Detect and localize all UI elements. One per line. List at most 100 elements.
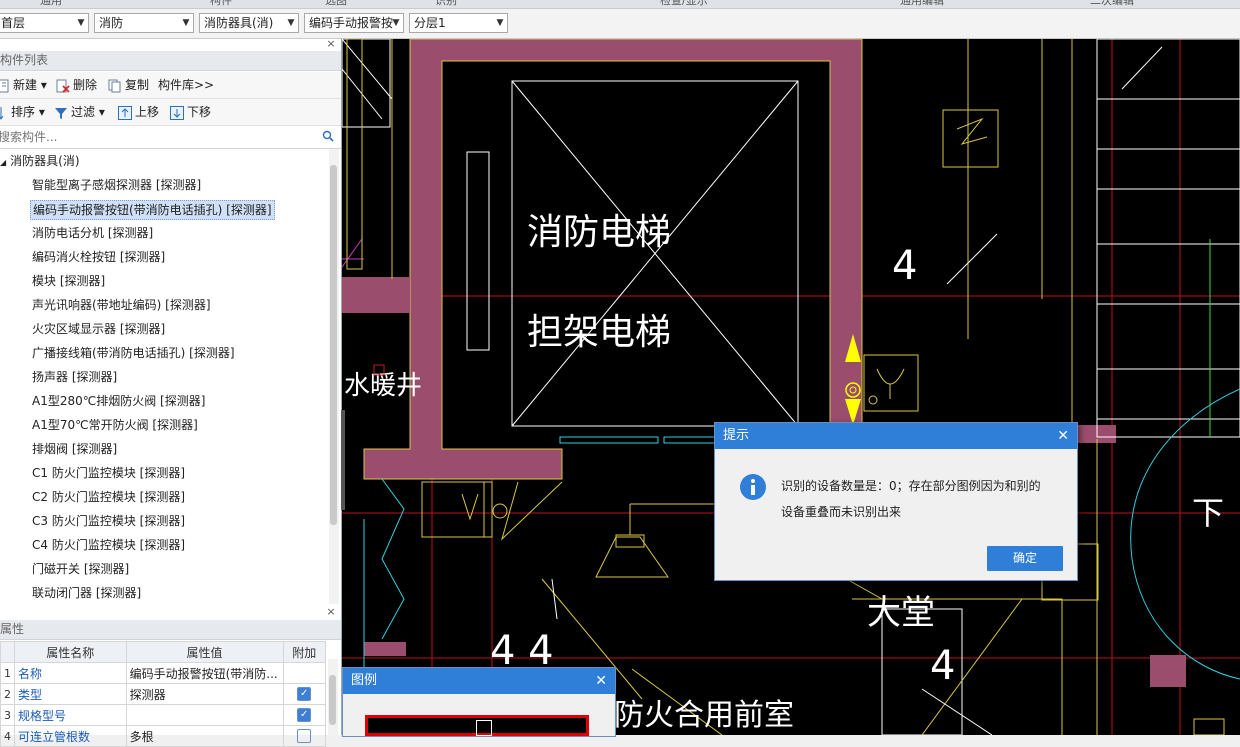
copy-button[interactable]: 复制 — [108, 76, 149, 94]
delete-button[interactable]: 删除 — [56, 76, 97, 94]
property-value[interactable]: 探测器 — [125, 683, 284, 705]
ribbon-tab[interactable]: 构件 — [210, 0, 232, 8]
discipline-select[interactable]: 消防 ▼ — [94, 13, 194, 33]
list-item[interactable]: 火灾区域显示器 [探测器] — [30, 319, 167, 339]
sort-button[interactable]: 排序 ▾ — [0, 103, 45, 121]
new-button[interactable]: 新建 ▾ — [0, 76, 47, 94]
floor-select[interactable]: 首层 ▼ — [0, 13, 89, 33]
column-header: 属性值 — [125, 641, 284, 663]
collapse-triangle-icon[interactable]: ◢ — [0, 158, 6, 167]
table-row[interactable]: 1 名称 编码手动报警按钮(带消防... — [0, 662, 326, 684]
table-row[interactable]: 2 类型 探测器 ✓ — [0, 683, 326, 705]
list-item[interactable]: C1 防火门监控模块 [探测器] — [30, 463, 187, 483]
prompt-dialog: 提示 ✕ 识别的设备数量是：0；存在部分图例因为和别的 设备重叠而未识别出来 确… — [714, 422, 1078, 581]
ok-button[interactable]: 确定 — [987, 546, 1063, 571]
ribbon-tab[interactable]: 通用编辑 — [900, 0, 944, 8]
attach-checkbox[interactable]: ✓ — [297, 708, 312, 723]
info-icon — [740, 474, 766, 500]
list-item[interactable]: 广播接线箱(带消防电话插孔) [探测器] — [30, 343, 237, 363]
chevron-down-icon: ▼ — [287, 18, 295, 28]
discipline-select-value: 消防 — [99, 16, 124, 30]
property-value[interactable]: 多根 — [125, 725, 284, 747]
list-item[interactable]: 声光讯响器(带地址编码) [探测器] — [30, 295, 213, 315]
legend-preview — [365, 715, 589, 736]
ribbon-tab[interactable]: 选图 — [325, 0, 347, 8]
attach-cell: ✓ — [282, 683, 326, 705]
search-icon[interactable] — [322, 130, 334, 142]
dialog-message: 识别的设备数量是：0；存在部分图例因为和别的 设备重叠而未识别出来 — [781, 479, 1041, 519]
list-item[interactable]: C4 防火门监控模块 [探测器] — [30, 535, 187, 555]
cad-label-stair-down: 下 — [1192, 494, 1224, 532]
list-item[interactable]: A1型280℃排烟防火阀 [探测器] — [30, 391, 207, 411]
properties-scrollbar[interactable] — [328, 659, 338, 735]
component-list-toolbar: 新建 ▾ 删除 复制 构件库>> — [0, 72, 341, 99]
properties-table: 属性名称 属性值 附加 1 名称 编码手动报警按钮(带消防... 2 类型 探测… — [0, 641, 326, 747]
property-value[interactable] — [125, 704, 284, 726]
table-row[interactable]: 3 规格型号 ✓ — [0, 704, 326, 726]
search-input[interactable] — [0, 128, 320, 146]
cad-label-front-room: 防火合用前室 — [614, 698, 794, 733]
delete-icon — [56, 79, 70, 93]
scrollbar-thumb[interactable] — [330, 165, 337, 525]
list-item[interactable]: A1型70℃常开防火阀 [探测器] — [30, 415, 200, 435]
table-header-row: 属性名称 属性值 附加 — [0, 641, 326, 663]
cad-drawing[interactable]: 消防电梯 担架电梯 水暖井 大堂 防火合用前室 下 4 4 4 4 — [342, 39, 1240, 735]
ribbon-tab[interactable]: 检查/显示 — [660, 0, 708, 8]
attach-checkbox[interactable]: ✓ — [297, 687, 312, 702]
move-down-button[interactable]: 下移 — [170, 103, 211, 121]
ribbon-tab[interactable]: 通用 — [40, 0, 62, 8]
properties-title: 属性 — [0, 620, 341, 640]
legend-dialog: 图例 ✕ — [342, 667, 616, 737]
chevron-down-icon: ▼ — [496, 18, 504, 28]
tree-scrollbar[interactable] — [329, 149, 339, 604]
cad-canvas[interactable]: 消防电梯 担架电梯 水暖井 大堂 防火合用前室 下 4 4 4 4 — [342, 39, 1240, 735]
move-down-icon — [170, 105, 184, 120]
chevron-down-icon: ▼ — [182, 18, 190, 28]
filter-icon — [55, 107, 67, 119]
list-item[interactable]: 编码消火栓按钮 [探测器] — [30, 247, 167, 267]
panel-splitter[interactable] — [341, 410, 345, 510]
filter-button[interactable]: 过滤 ▾ — [54, 103, 105, 121]
property-name: 类型 — [14, 683, 127, 705]
close-icon[interactable]: ✕ — [595, 668, 607, 694]
floor-select-value: 首层 — [1, 16, 26, 30]
cad-dimension: 4 — [892, 243, 917, 289]
ribbon-tab[interactable]: 二次编辑 — [1090, 0, 1134, 8]
category-select[interactable]: 消防器具(消) ▼ — [199, 13, 299, 33]
dialog-title-bar: 提示 ✕ — [715, 423, 1077, 449]
list-item-selected[interactable]: 编码手动报警按钮(带消防电话插孔) [探测器] — [30, 200, 275, 220]
scrollbar-thumb[interactable] — [329, 675, 336, 725]
list-item[interactable]: C2 防火门监控模块 [探测器] — [30, 487, 187, 507]
copy-icon — [108, 79, 121, 92]
component-sort-toolbar: 排序 ▾ 过滤 ▾ 上移 下移 — [0, 99, 341, 126]
tree-root[interactable]: ◢ 消防器具(消) — [0, 151, 80, 171]
table-row[interactable]: 4 可连立管根数 多根 — [0, 725, 326, 747]
layer-select-value: 分层1 — [414, 16, 446, 30]
layer-select[interactable]: 分层1 ▼ — [409, 13, 508, 33]
list-item[interactable]: 智能型离子感烟探测器 [探测器] — [30, 175, 203, 195]
close-icon[interactable]: × — [325, 38, 337, 51]
column-header: 属性名称 — [14, 641, 127, 663]
list-item[interactable]: 消防电话分机 [探测器] — [30, 223, 155, 243]
close-icon[interactable]: × — [325, 606, 337, 619]
chevron-down-icon: ▼ — [392, 18, 400, 28]
move-up-button[interactable]: 上移 — [118, 103, 159, 121]
close-icon[interactable]: ✕ — [1057, 423, 1069, 449]
new-file-icon — [0, 79, 9, 92]
list-item[interactable]: 门磁开关 [探测器] — [30, 559, 131, 579]
property-value[interactable]: 编码手动报警按钮(带消防... — [125, 662, 284, 684]
sort-icon — [0, 106, 4, 120]
row-number: 1 — [0, 662, 15, 684]
ribbon-tab[interactable]: 识别 — [435, 0, 457, 8]
list-item[interactable]: 排烟阀 [探测器] — [30, 439, 119, 459]
component-library-button[interactable]: 构件库>> — [158, 76, 214, 94]
cad-label-stretcher-elevator: 担架电梯 — [527, 312, 671, 353]
list-item[interactable]: 扬声器 [探测器] — [30, 367, 119, 387]
left-panel: 构件列表 × 新建 ▾ 删除 复制 构件库>> 排序 ▾ 过滤 ▾ 上移 下移 — [0, 38, 342, 747]
list-item[interactable]: 模块 [探测器] — [30, 271, 107, 291]
list-item[interactable]: C3 防火门监控模块 [探测器] — [30, 511, 187, 531]
list-item[interactable]: 联动闭门器 [探测器] — [30, 583, 143, 603]
component-select[interactable]: 编码手动报警按 ▼ — [304, 13, 404, 33]
component-select-value: 编码手动报警按 — [309, 16, 394, 30]
attach-checkbox[interactable] — [297, 729, 312, 744]
